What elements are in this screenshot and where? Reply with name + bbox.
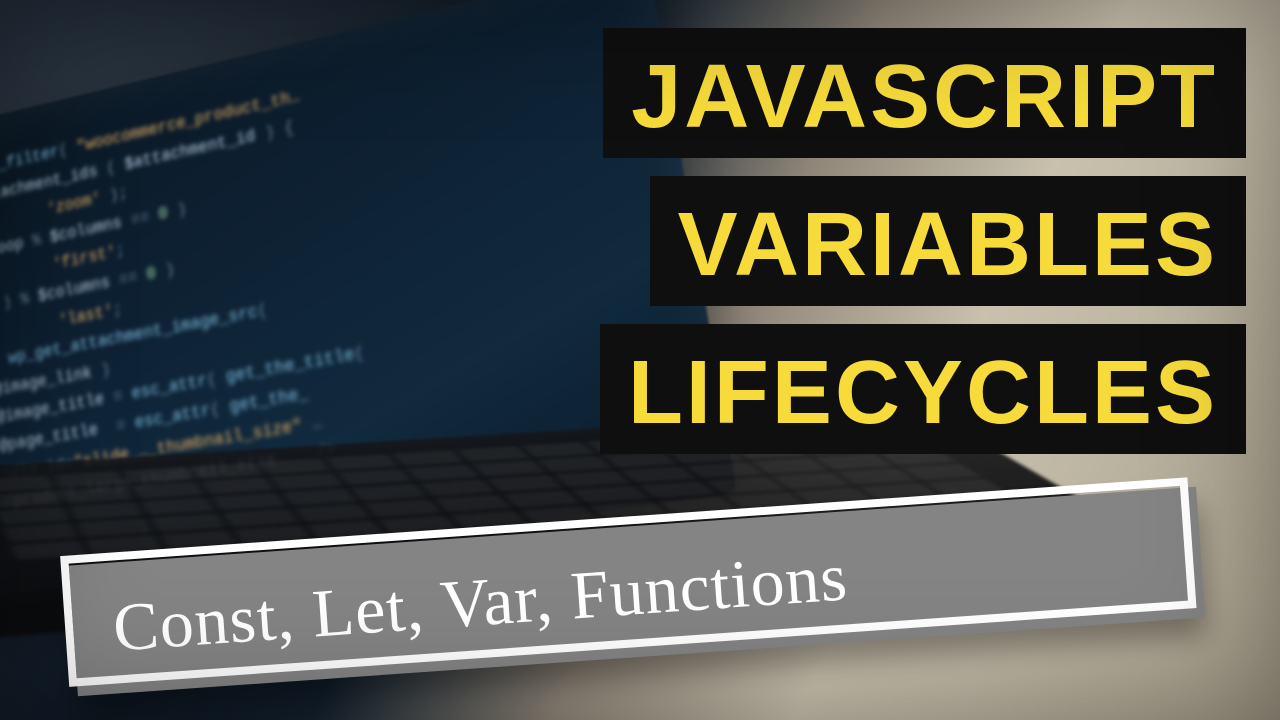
- title-line-3: LIFECYCLES: [600, 324, 1246, 454]
- title-line-1: JAVASCRIPT: [603, 28, 1246, 158]
- thumbnail-stage: add_filter( "woocommerce_product_th… att…: [0, 0, 1280, 720]
- title-stack: JAVASCRIPT VARIABLES LIFECYCLES: [600, 28, 1246, 454]
- title-line-2: VARIABLES: [650, 176, 1246, 306]
